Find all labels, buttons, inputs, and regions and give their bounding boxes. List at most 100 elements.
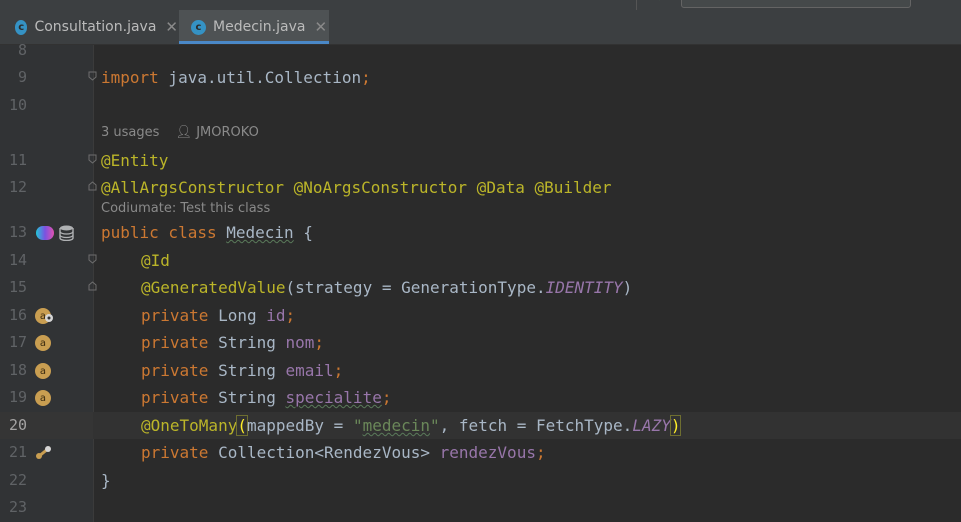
key-icon <box>45 314 53 322</box>
code-line-field-email[interactable]: private String email; <box>141 357 343 384</box>
string-quote: " <box>352 416 363 435</box>
annotation: @OneToMany <box>141 416 238 435</box>
semicolon: ; <box>535 443 546 462</box>
database-icon[interactable] <box>59 225 74 241</box>
paren: ) <box>622 278 633 297</box>
fold-marker-icon[interactable] <box>88 181 97 191</box>
lombok-annotation-icon[interactable]: a <box>35 363 51 379</box>
field-name: rendezVous <box>439 443 536 462</box>
line-number: 11 <box>8 151 27 169</box>
lombok-annotation-icon[interactable]: a <box>35 335 51 351</box>
line-number: 17 <box>8 333 27 351</box>
tab-label: Medecin.java <box>213 19 306 35</box>
author-name[interactable]: JMOROKO <box>196 125 259 140</box>
annotation: @Id <box>141 251 170 270</box>
java-class-icon: c <box>191 19 206 35</box>
editor-tab-bar: c Consultation.java ✕ c Medecin.java ✕ <box>0 10 961 45</box>
code-line-id-annotation[interactable]: @Id <box>141 247 170 274</box>
close-icon[interactable]: ✕ <box>165 19 178 35</box>
line-number: 8 <box>17 41 27 59</box>
keyword: private <box>141 361 219 380</box>
annotation-arg: , fetch = FetchType. <box>439 416 633 435</box>
annotation: @GeneratedValue <box>141 278 286 297</box>
line-number: 10 <box>8 96 27 114</box>
line-number: 18 <box>8 361 27 379</box>
run-configuration-selector[interactable] <box>681 0 911 8</box>
fold-marker-icon[interactable] <box>88 254 97 264</box>
line-number: 20 <box>8 416 27 434</box>
run-config-check-icon[interactable]: ✓ <box>658 0 666 6</box>
code-line-entity[interactable]: @Entity <box>101 147 168 174</box>
toolbar-strip: ✓ <box>0 0 961 10</box>
keyword: private <box>141 443 219 462</box>
class-name: Medecin <box>226 223 294 242</box>
line-number: 15 <box>8 278 27 296</box>
keyword: import <box>101 68 159 87</box>
spring-bean-icon[interactable] <box>36 226 54 240</box>
fold-marker-icon[interactable] <box>88 71 97 81</box>
annotation: @AllArgsConstructor @NoArgsConstructor @… <box>101 178 612 197</box>
line-number: 23 <box>8 498 27 516</box>
code-line-one-to-many[interactable]: @OneToMany(mappedBy = "medecin", fetch =… <box>141 412 682 439</box>
keyword: private <box>141 306 219 325</box>
string-literal: medecin <box>362 416 431 435</box>
line-number: 19 <box>8 388 27 406</box>
fold-marker-icon[interactable] <box>88 154 97 164</box>
enum-constant: LAZY <box>632 416 671 435</box>
semicolon: ; <box>381 388 392 407</box>
code-line-field-rendezvous[interactable]: private Collection<RendezVous> rendezVou… <box>141 439 546 466</box>
annotation-args: (strategy = GenerationType. <box>285 278 546 297</box>
line-number: 21 <box>8 443 27 461</box>
line-number: 12 <box>8 178 27 196</box>
type: String <box>218 388 286 407</box>
close-icon[interactable]: ✕ <box>314 19 327 35</box>
line-number: 14 <box>8 251 27 269</box>
brace: { <box>293 223 313 242</box>
semicolon: ; <box>361 68 371 87</box>
author-icon: 👤︎ <box>175 125 193 140</box>
annotation-arg: mappedBy = <box>246 416 353 435</box>
import-path: java.util.Collection <box>158 68 362 87</box>
java-class-icon: c <box>15 19 28 35</box>
usages-count[interactable]: 3 usages <box>101 125 159 140</box>
brace: } <box>101 471 111 490</box>
code-line-field-specialite[interactable]: private String specialite; <box>141 384 391 411</box>
code-line-generated-value[interactable]: @GeneratedValue(strategy = GenerationTyp… <box>141 274 632 301</box>
enum-constant: IDENTITY <box>545 278 623 297</box>
code-line-field-nom[interactable]: private String nom; <box>141 329 324 356</box>
semicolon: ; <box>285 306 296 325</box>
keyword: public class <box>101 223 227 242</box>
line-number: 22 <box>8 471 27 489</box>
type: Long <box>218 306 267 325</box>
inlay-hint-usages[interactable]: 3 usages 👤︎ JMOROKO <box>101 123 259 143</box>
keyword: private <box>141 333 219 352</box>
paren-match-close: ) <box>669 415 682 436</box>
lombok-annotation-icon[interactable]: a <box>35 390 51 406</box>
line-number: 9 <box>17 68 27 86</box>
code-line-import[interactable]: import java.util.Collection; <box>101 64 371 91</box>
code-line-close-brace[interactable]: } <box>101 467 111 494</box>
line-number: 13 <box>8 223 27 241</box>
toolbar-separator <box>636 0 637 10</box>
tab-medecin-java[interactable]: c Medecin.java ✕ <box>179 10 329 44</box>
type: String <box>218 361 286 380</box>
semicolon: ; <box>314 333 325 352</box>
field-name: email <box>285 361 334 380</box>
code-line-field-id[interactable]: private Long id; <box>141 302 295 329</box>
type: Collection<RendezVous> <box>218 443 440 462</box>
code-line-lombok[interactable]: @AllArgsConstructor @NoArgsConstructor @… <box>101 174 612 201</box>
type: String <box>218 333 286 352</box>
annotation: @Entity <box>101 151 169 170</box>
field-name: id <box>266 306 286 325</box>
code-line-class-decl[interactable]: public class Medecin { <box>101 219 313 246</box>
field-name: nom <box>285 333 315 352</box>
relationship-link-icon[interactable] <box>35 445 52 460</box>
string-quote: " <box>430 416 440 435</box>
semicolon: ; <box>333 361 344 380</box>
field-name: specialite <box>285 388 382 407</box>
fold-marker-icon[interactable] <box>88 281 97 291</box>
keyword: private <box>141 388 219 407</box>
tab-label: Consultation.java <box>34 19 157 35</box>
codiumate-hint[interactable]: Codiumate: Test this class <box>101 199 270 219</box>
line-number: 16 <box>8 306 27 324</box>
